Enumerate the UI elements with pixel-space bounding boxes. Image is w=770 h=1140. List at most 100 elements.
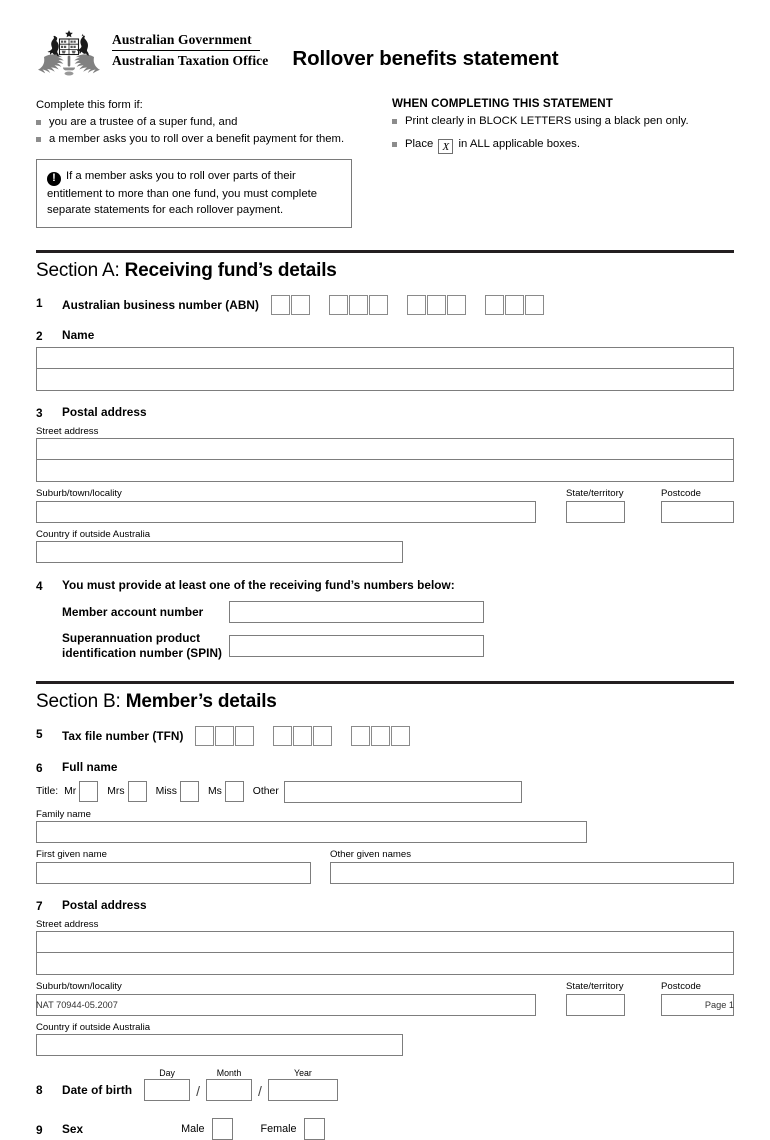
- first-given-name-input[interactable]: [36, 861, 311, 884]
- char-input[interactable]: [426, 294, 446, 315]
- dob-day-input[interactable]: [144, 1079, 191, 1102]
- form-page: Australian Government Australian Taxatio…: [36, 0, 734, 1140]
- dob-year-input[interactable]: [267, 1079, 338, 1102]
- exclamation-circle-icon: !: [47, 171, 61, 186]
- sex-checkbox-female[interactable]: [303, 1118, 325, 1140]
- question-number: 1: [36, 295, 43, 310]
- dob-month-input[interactable]: [206, 1079, 253, 1102]
- char-input[interactable]: [273, 725, 293, 746]
- fund-suburb-input[interactable]: [36, 500, 536, 523]
- section-b-heading: Section B: Member’s details: [36, 691, 734, 713]
- page-footer: NAT 70944-05.2007 Page 1: [36, 1000, 734, 1010]
- other-given-names-input[interactable]: [330, 861, 734, 884]
- char-input[interactable]: [195, 725, 215, 746]
- section-a-heading: Section A: Receiving fund’s details: [36, 260, 734, 282]
- char-input[interactable]: [348, 294, 368, 315]
- question-label: Name: [62, 327, 95, 342]
- char-input[interactable]: [313, 725, 333, 746]
- state-label: State/territory: [566, 981, 624, 993]
- char-input[interactable]: [215, 725, 235, 746]
- question-number: 4: [36, 579, 43, 594]
- question-number: 8: [36, 1083, 43, 1098]
- question-number: 7: [36, 898, 43, 913]
- fund-name-line-1[interactable]: [36, 346, 734, 369]
- commonwealth-coat-of-arms-icon: [36, 28, 102, 80]
- title-checkbox-ms[interactable]: [224, 781, 244, 803]
- title-checkbox-miss[interactable]: [179, 781, 199, 803]
- fund-street-line-1[interactable]: [36, 438, 734, 461]
- question-number: 5: [36, 726, 43, 741]
- postcode-label: Postcode: [661, 981, 702, 993]
- title-option-miss: Miss: [155, 786, 177, 798]
- member-country-input[interactable]: [36, 1034, 403, 1057]
- list-item: a member asks you to roll over a benefit…: [36, 131, 392, 147]
- intro-right-column: WHEN COMPLETING THIS STATEMENT Print cle…: [392, 97, 734, 228]
- char-input[interactable]: [293, 725, 313, 746]
- title-label: Title:: [36, 786, 59, 798]
- char-input[interactable]: [391, 725, 411, 746]
- member-account-number-input[interactable]: [229, 601, 484, 624]
- form-header: Australian Government Australian Taxatio…: [36, 0, 734, 80]
- char-input[interactable]: [524, 294, 544, 315]
- when-completing-list: Print clearly in BLOCK LETTERS using a b…: [392, 113, 734, 155]
- tfn-group: [195, 725, 255, 746]
- page-number: Page 1: [704, 1000, 734, 1010]
- fund-address-block: Street address Suburb/town/locality Stat…: [36, 426, 734, 564]
- fund-country-input[interactable]: [36, 541, 403, 564]
- char-input[interactable]: [328, 294, 348, 315]
- abn-character-boxes[interactable]: [270, 294, 544, 315]
- month-label: Month: [216, 1068, 242, 1079]
- list-item: Place X in ALL applicable boxes.: [392, 136, 734, 155]
- notice-text: If a member asks you to roll over parts …: [47, 169, 318, 216]
- char-input[interactable]: [446, 294, 466, 315]
- question-label: Sex: [62, 1122, 84, 1137]
- title-checkbox-mrs[interactable]: [127, 781, 147, 803]
- char-input[interactable]: [371, 725, 391, 746]
- section-a-label: Section A:: [36, 259, 120, 281]
- year-label: Year: [294, 1068, 312, 1079]
- title-option-ms: Ms: [207, 786, 222, 798]
- question-label: You must provide at least one of the rec…: [62, 578, 455, 593]
- family-name-label: Family name: [36, 808, 91, 820]
- state-label: State/territory: [566, 488, 624, 500]
- fund-street-line-2[interactable]: [36, 460, 734, 483]
- notice-box: ! If a member asks you to roll over parts…: [36, 158, 352, 228]
- date-separator: /: [196, 1083, 201, 1100]
- char-input[interactable]: [351, 725, 371, 746]
- spin-input[interactable]: [229, 635, 484, 658]
- question-3-postal-address: 3 Postal address: [36, 405, 734, 420]
- country-label: Country if outside Australia: [36, 528, 151, 540]
- fund-name-line-2[interactable]: [36, 368, 734, 391]
- fund-state-input[interactable]: [566, 500, 625, 523]
- section-b-label: Section B:: [36, 690, 121, 712]
- char-input[interactable]: [235, 725, 255, 746]
- sex-options: Male Female: [181, 1118, 325, 1140]
- title-checkbox-mr[interactable]: [79, 781, 99, 803]
- char-input[interactable]: [406, 294, 426, 315]
- sex-checkbox-male[interactable]: [211, 1118, 233, 1140]
- sex-option-female-label: Female: [260, 1123, 297, 1136]
- question-label: Postal address: [62, 404, 147, 419]
- char-input[interactable]: [270, 294, 290, 315]
- member-street-line-2[interactable]: [36, 953, 734, 976]
- family-name-input[interactable]: [36, 821, 587, 844]
- char-input[interactable]: [368, 294, 388, 315]
- tfn-character-boxes[interactable]: [195, 725, 411, 746]
- member-street-line-1[interactable]: [36, 931, 734, 954]
- abn-group: [484, 294, 544, 315]
- title-other-label: Other: [252, 786, 279, 798]
- fund-name-fields: [36, 346, 734, 391]
- x-mark-example-box: X: [438, 139, 454, 155]
- char-input[interactable]: [290, 294, 310, 315]
- when-completing-heading: WHEN COMPLETING THIS STATEMENT: [392, 97, 613, 110]
- member-name-block: Title: Mr Mrs Miss Ms Other Family name …: [36, 780, 734, 884]
- suburb-label: Suburb/town/locality: [36, 981, 122, 993]
- first-given-name-label: First given name: [36, 849, 107, 861]
- section-a-rule: [36, 249, 734, 253]
- nat-code: NAT 70944-05.2007: [36, 1000, 118, 1010]
- char-input[interactable]: [484, 294, 504, 315]
- title-other-input[interactable]: [283, 780, 522, 803]
- fund-postcode-input[interactable]: [661, 500, 734, 523]
- tfn-group: [273, 725, 333, 746]
- char-input[interactable]: [504, 294, 524, 315]
